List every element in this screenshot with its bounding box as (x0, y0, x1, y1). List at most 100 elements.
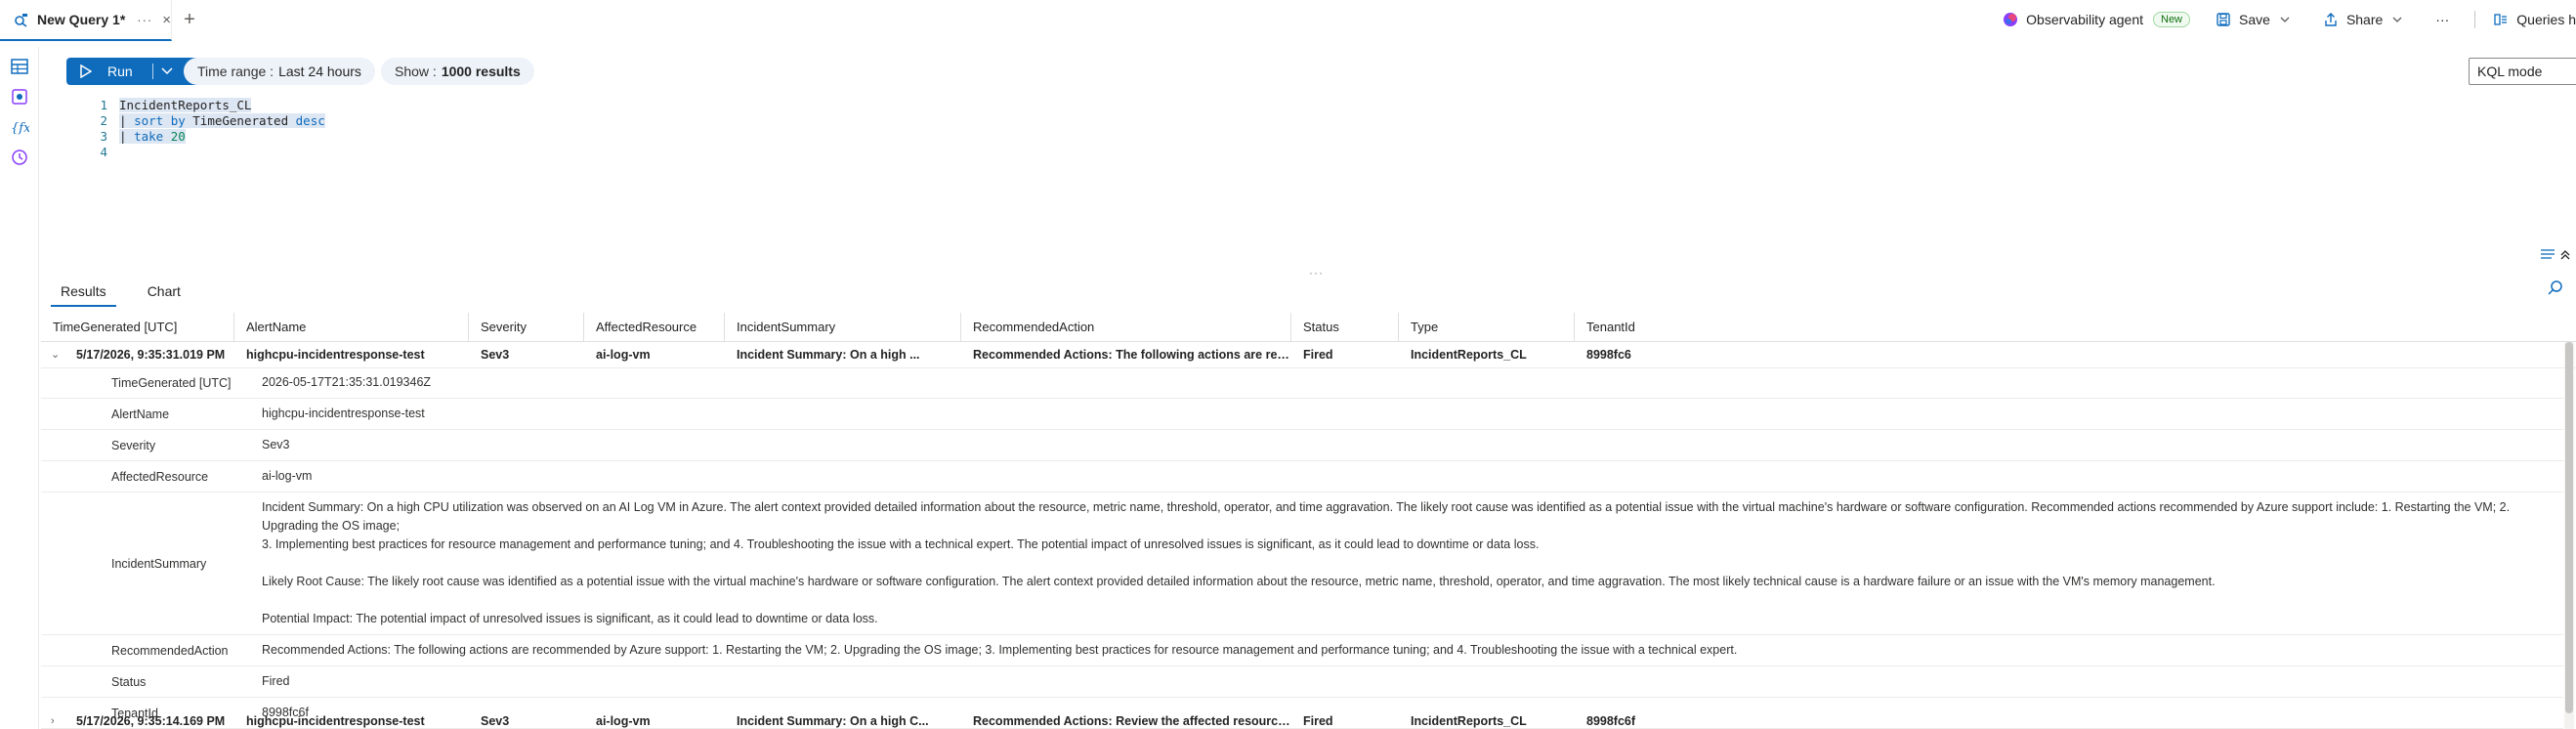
history-icon[interactable] (10, 148, 29, 167)
table-row[interactable]: › 5/17/2026, 9:35:14.169 PM highcpu-incid… (41, 708, 2576, 729)
expand-icon[interactable] (2540, 247, 2573, 261)
queries-icon[interactable] (10, 87, 29, 107)
table-row[interactable]: ⌄ 5/17/2026, 9:35:31.019 PM highcpu-incid… (41, 342, 2576, 368)
detail-value: Sev3 (262, 438, 290, 451)
detail-row-timegenerated-utc: TimeGenerated [UTC] 2026-05-17T21:35:31.0… (41, 367, 2563, 399)
more-label: ··· (2435, 12, 2450, 27)
grid-header: TimeGenerated [UTC] AlertName Severity Affe… (41, 313, 2576, 342)
functions-icon[interactable]: {fx} (10, 117, 29, 137)
cell-tenant-id: 8998fc6f (1586, 714, 1636, 728)
column-header-affected-resource[interactable]: AffectedResource (584, 313, 725, 342)
cell-status: Fired (1303, 348, 1333, 362)
tab-new-query[interactable]: New Query 1* ··· × (0, 0, 172, 41)
play-icon (80, 64, 92, 78)
detail-row-severity: Severity Sev3 (41, 430, 2563, 461)
code-token: desc (295, 113, 325, 128)
collapse-chevron-icon[interactable]: ⌄ (51, 342, 60, 368)
expand-chevron-icon[interactable]: › (51, 708, 55, 729)
new-badge: New (2153, 12, 2191, 27)
pane-splitter[interactable]: ··· (1309, 266, 1324, 279)
line-number: 4 (100, 145, 107, 159)
code-token: | (119, 129, 135, 144)
tab-results[interactable]: Results (51, 281, 116, 307)
cell-alert-name: highcpu-incidentresponse-test (246, 714, 425, 728)
queries-icon (2494, 14, 2508, 25)
command-separator (2474, 11, 2476, 28)
queries-hub-button[interactable]: Queries h (2493, 12, 2576, 27)
code-line[interactable]: 2 | sort by TimeGenerated desc (88, 113, 576, 129)
search-icon[interactable] (2547, 279, 2564, 297)
column-header-alert-name[interactable]: AlertName (234, 313, 469, 342)
detail-label: AffectedResource (111, 469, 209, 484)
cell-recommended-action: Recommended Actions: Review the affected… (973, 714, 1291, 728)
cell-type: IncidentReports_CL (1411, 348, 1527, 362)
line-number: 3 (100, 129, 107, 144)
save-button[interactable]: Save (2216, 12, 2298, 27)
chevron-down-icon[interactable] (161, 66, 173, 76)
run-divider (151, 64, 153, 79)
save-icon (2217, 13, 2230, 26)
tab-chart[interactable]: Chart (138, 281, 190, 307)
cell-alert-name: highcpu-incidentresponse-test (246, 348, 425, 362)
code-line[interactable]: 1 IncidentReports_CL (88, 98, 576, 113)
add-tab-button[interactable]: + (178, 8, 201, 31)
kql-mode-select[interactable]: KQL mode (2469, 58, 2576, 85)
cell-tenant-id: 8998fc6 (1586, 348, 1631, 362)
code-line[interactable]: 4 (88, 145, 576, 160)
detail-value: highcpu-incidentresponse-test (262, 407, 425, 420)
cell-time: 5/17/2026, 9:35:14.169 PM (76, 714, 226, 728)
query-editor[interactable]: 1 IncidentReports_CL 2 | sort by TimeGenera… (88, 98, 576, 160)
code-token: | (119, 113, 135, 128)
cell-affected-resource: ai-log-vm (596, 348, 651, 362)
row-detail-panel: TimeGenerated [UTC] 2026-05-17T21:35:31.0… (41, 367, 2563, 729)
detail-value: Recommended Actions: The following actio… (262, 643, 1738, 657)
left-rail: {fx} (0, 47, 39, 729)
code-token: TimeGenerated (185, 113, 296, 128)
time-range-value: Last 24 hours (278, 64, 361, 79)
detail-label: AlertName (111, 407, 170, 421)
results-tabs: Results Chart (51, 281, 212, 307)
column-header-incident-summary[interactable]: IncidentSummary (725, 313, 961, 342)
detail-row-alertname: AlertName highcpu-incidentresponse-test (41, 399, 2563, 430)
column-header-recommended-action[interactable]: RecommendedAction (961, 313, 1291, 342)
column-header-severity[interactable]: Severity (469, 313, 584, 342)
column-header-status[interactable]: Status (1291, 313, 1399, 342)
queries-hub-label: Queries h (2516, 12, 2576, 27)
cell-incident-summary: Incident Summary: On a high C... (737, 714, 929, 728)
code-text: | take 20 (119, 129, 186, 145)
time-range-button[interactable]: Time range : Last 24 hours (184, 58, 375, 85)
detail-row-status: Status Fired (41, 666, 2563, 698)
detail-row-affectedresource: AffectedResource ai-log-vm (41, 461, 2563, 493)
code-token (163, 129, 171, 144)
cell-affected-resource: ai-log-vm (596, 714, 651, 728)
code-token: take (134, 129, 164, 144)
tables-icon[interactable] (10, 57, 29, 76)
code-line[interactable]: 3 | take 20 (88, 129, 576, 145)
show-results-button[interactable]: Show : 1000 results (381, 58, 534, 85)
save-label: Save (2239, 12, 2270, 27)
chevron-down-icon (2392, 17, 2402, 22)
line-number: 1 (100, 98, 107, 112)
detail-label: RecommendedAction (111, 643, 229, 658)
detail-label: Status (111, 674, 147, 689)
tab-more-button[interactable]: ··· (137, 13, 152, 27)
time-range-label: Time range : (197, 64, 274, 79)
detail-value: 2026-05-17T21:35:31.019346Z (262, 375, 432, 389)
run-label: Run (107, 64, 133, 79)
more-commands-button[interactable]: ··· (2435, 12, 2449, 27)
observability-agent-label: Observability agent (2026, 12, 2143, 27)
tab-close-button[interactable]: × (162, 12, 171, 28)
cell-recommended-action: Recommended Actions: The following actio… (973, 348, 1291, 362)
detail-value: Fired (262, 674, 290, 688)
observability-agent-button[interactable]: Observability agent New (2003, 12, 2191, 27)
cell-severity: Sev3 (481, 714, 510, 728)
column-header-type[interactable]: Type (1399, 313, 1575, 342)
detail-label: IncidentSummary (111, 556, 207, 571)
detail-row-incidentsummary: IncidentSummary Incident Summary: On a hi… (41, 493, 2563, 635)
column-header-time[interactable]: TimeGenerated [UTC] (41, 313, 234, 342)
share-button[interactable]: Share (2323, 12, 2410, 27)
code-token: 20 (170, 129, 186, 144)
column-header-tenant-id[interactable]: TenantId (1575, 313, 1643, 342)
code-token: sort by (134, 113, 186, 128)
grid-scrollbar-thumb[interactable] (2565, 342, 2573, 713)
